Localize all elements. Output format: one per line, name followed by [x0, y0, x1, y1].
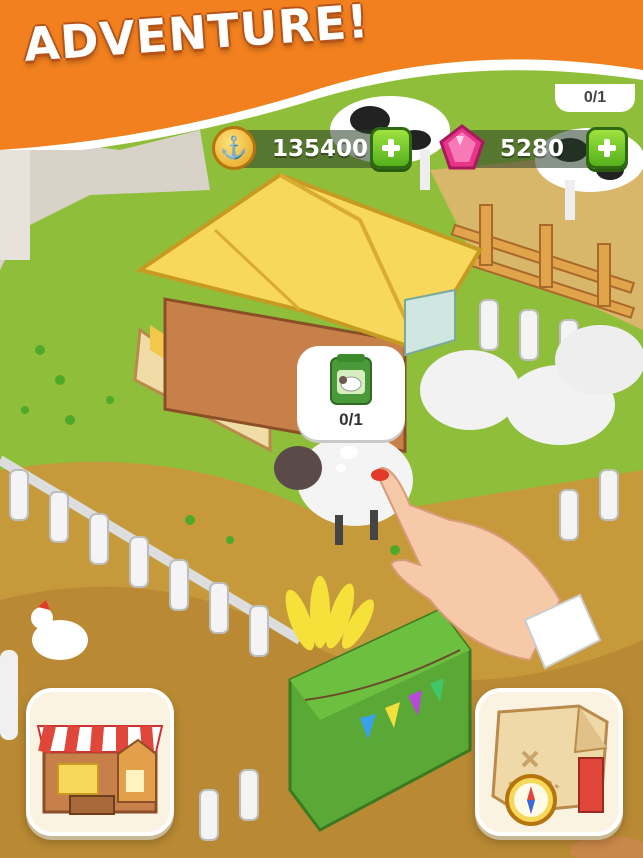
- gem-count: 5280: [500, 136, 565, 162]
- market-button[interactable]: [26, 688, 174, 836]
- coin-icon: ⚓: [212, 126, 256, 170]
- sheep-feed-bag-icon: [330, 354, 372, 405]
- market-stall-icon: [36, 724, 164, 815]
- bubble-tail-small: [336, 464, 346, 472]
- bubble-tail: [340, 446, 358, 459]
- add-gems-button[interactable]: [586, 127, 628, 169]
- coin-count: 135400: [272, 136, 369, 162]
- map-button[interactable]: [475, 688, 623, 836]
- add-coins-button[interactable]: [370, 127, 412, 169]
- gem-icon: [439, 124, 485, 170]
- pen-counter-bubble: 0/1: [555, 84, 635, 112]
- pen-counter-text: 0/1: [583, 89, 607, 106]
- treasure-map-icon: [491, 704, 609, 826]
- feed-request-progress: 0/1: [339, 410, 363, 429]
